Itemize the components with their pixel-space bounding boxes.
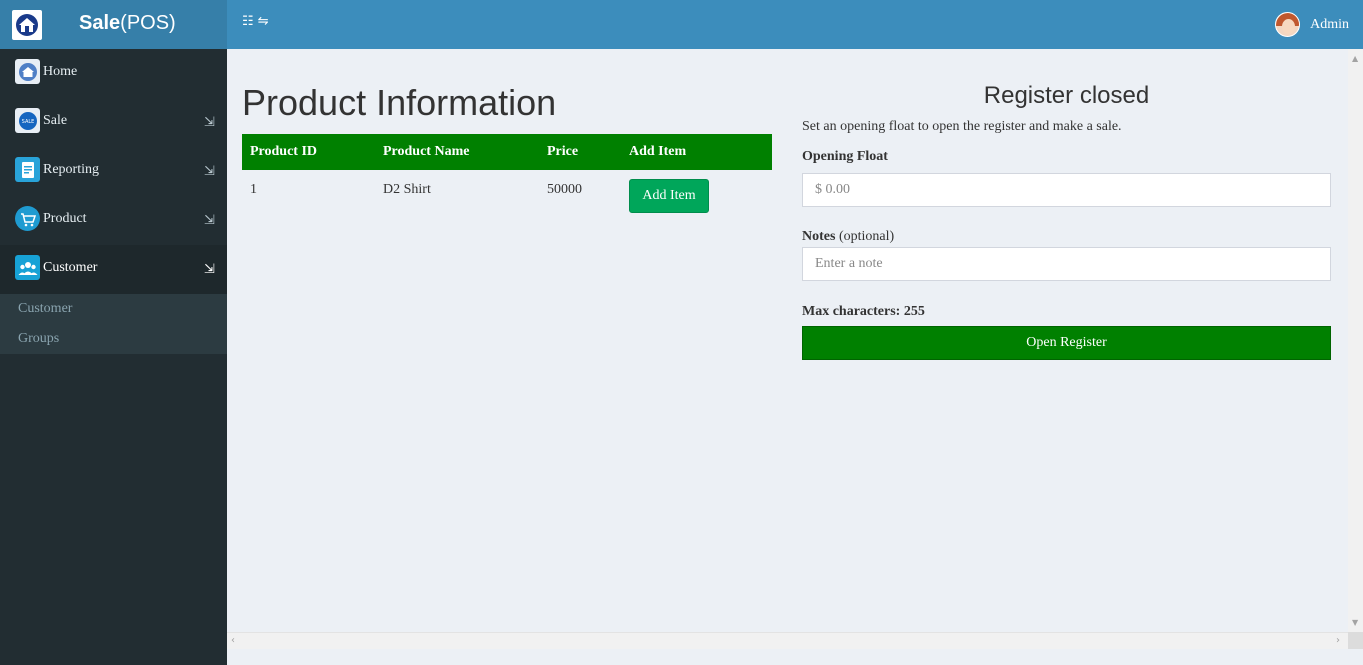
table-row: 1 D2 Shirt 50000 Add Item [242,170,772,213]
cell-add-item: Add Item [621,170,772,213]
scroll-up-arrow-icon[interactable]: ▲ [1352,54,1358,63]
sale-icon: SALE [15,108,40,133]
sidebar-item-product[interactable]: Product ⇲ [0,196,227,245]
notes-optional-text: (optional) [838,229,895,244]
open-register-button[interactable]: Open Register [802,326,1331,360]
sidebar-item-customer[interactable]: Customer ⇲ [0,245,227,294]
submenu-item-customer[interactable]: Customer [0,294,227,324]
home-icon [15,59,40,84]
bottom-strip [227,649,1363,665]
column-header-product-name: Product Name [375,134,539,170]
expand-arrow-icon: ⇲ [204,213,215,228]
opening-float-input[interactable] [802,173,1331,207]
column-header-add-item: Add Item [621,134,772,170]
expand-arrow-icon: ⇲ [204,164,215,179]
sidebar-item-label: Product [43,211,87,226]
sidebar-item-home[interactable]: Home [0,49,227,98]
sidebar-item-label: Sale [43,113,68,128]
user-name: Admin [1310,16,1349,32]
brand-bar[interactable]: Sale(POS) [0,0,227,49]
product-table: Product ID Product Name Price Add Item 1… [242,134,772,213]
sidebar-item-sale[interactable]: SALE Sale ⇲ [0,98,227,147]
svg-text:SALE: SALE [21,119,34,125]
register-panel: Register closed Set an opening float to … [802,82,1331,360]
top-navbar: ☷ ⇋ Admin [227,0,1363,49]
register-description: Set an opening float to open the registe… [802,119,1122,134]
users-icon [15,255,40,280]
scroll-down-arrow-icon[interactable]: ▼ [1352,618,1358,627]
sidebar-item-reporting[interactable]: Reporting ⇲ [0,147,227,196]
expand-arrow-icon: ⇲ [204,262,215,277]
scroll-right-arrow-icon[interactable]: › [1336,635,1340,646]
app-title: Sale(POS) [79,12,176,34]
sidebar-toggle-icon[interactable]: ☷ ⇋ [242,14,269,29]
sidebar-item-label: Home [43,64,78,79]
vertical-scrollbar[interactable]: ▲ ▼ [1348,49,1363,632]
cell-product-name: D2 Shirt [383,182,431,197]
horizontal-scrollbar[interactable]: ‹ › [227,632,1348,649]
customer-submenu: Customer Groups [0,294,227,354]
submenu-item-groups[interactable]: Groups [0,324,227,354]
opening-float-label: Opening Float [802,149,888,164]
scroll-left-arrow-icon[interactable]: ‹ [231,635,235,646]
sidebar-item-label: Reporting [43,162,99,177]
scrollbar-corner [1348,632,1363,649]
max-characters-label: Max characters: 255 [802,304,925,319]
report-icon [15,157,40,182]
table-header-row: Product ID Product Name Price Add Item [242,134,772,170]
column-header-product-id: Product ID [242,134,375,170]
expand-arrow-icon: ⇲ [204,115,215,130]
page-title: Product Information [242,82,557,123]
avatar [1275,12,1301,37]
notes-input[interactable] [802,247,1331,281]
notes-label: Notes (optional) [802,229,895,244]
cell-price: 50000 [547,182,582,197]
sidebar-item-label: Customer [43,260,98,275]
cart-icon [15,206,40,231]
add-item-button[interactable]: Add Item [629,179,709,213]
cell-product-id: 1 [250,182,257,197]
sidebar: Sale(POS) Home SALE Sale ⇲ Reporting ⇲ P… [0,0,227,665]
main-content: Product Information Product ID Product N… [227,49,1363,665]
user-menu[interactable]: Admin [1275,12,1349,37]
column-header-price: Price [539,134,621,170]
register-title: Register closed [983,82,1150,109]
home-logo-icon [12,10,42,40]
